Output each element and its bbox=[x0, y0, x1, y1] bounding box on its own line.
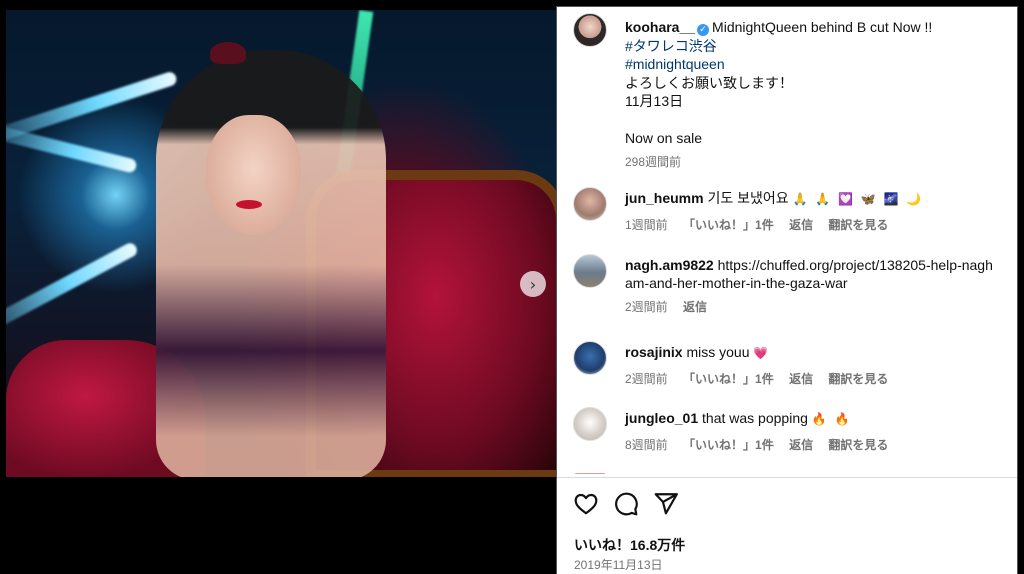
verified-badge-icon: ✓ bbox=[697, 24, 710, 36]
caption-line: Now on sale bbox=[625, 130, 703, 146]
comment-emoji: 💗 bbox=[753, 346, 771, 360]
light-beam bbox=[6, 240, 140, 343]
comment-item: jun_heumm 기도 보냈어요 🙏 🙏 💟 🦋 🌌 🌙 1週間前 「いいね！… bbox=[573, 187, 1003, 243]
comment-time[interactable]: 2週間前 bbox=[625, 300, 668, 314]
share-icon[interactable] bbox=[653, 491, 679, 517]
section-divider bbox=[557, 477, 1017, 478]
person-face bbox=[206, 115, 301, 235]
hashtag-link[interactable]: #midnightqueen bbox=[625, 55, 1005, 74]
comment-username[interactable]: jungleo_01 bbox=[625, 410, 698, 426]
translate-button[interactable]: 翻訳を見る bbox=[828, 372, 888, 386]
chevron-right-icon[interactable]: › bbox=[520, 271, 546, 297]
post-date[interactable]: 2019年11月13日 bbox=[574, 556, 663, 573]
post-actions bbox=[573, 491, 679, 519]
reply-button[interactable]: 返信 bbox=[789, 218, 813, 232]
comment-text: 기도 보냈어요 bbox=[707, 190, 789, 206]
avatar bbox=[573, 473, 607, 474]
avatar[interactable] bbox=[573, 187, 607, 221]
comments-scroll-area[interactable]: koohara__ ✓ MidnightQueen behind B cut Now… bbox=[557, 7, 1017, 474]
hashtag-link[interactable]: #タワレコ渋谷 bbox=[625, 37, 1005, 56]
comment-emoji: 🔥 🔥 bbox=[811, 412, 852, 426]
comment-time[interactable]: 8週間前 bbox=[625, 438, 668, 452]
avatar[interactable] bbox=[573, 254, 607, 288]
translate-button[interactable]: 翻訳を見る bbox=[828, 438, 888, 452]
comment-likes[interactable]: 「いいね！」1件 bbox=[683, 438, 774, 452]
caption-line: 11月13日 bbox=[625, 93, 684, 109]
translate-button[interactable]: 翻訳を見る bbox=[828, 218, 888, 232]
caption-headline: MidnightQueen behind B cut Now !! bbox=[712, 19, 933, 35]
comment-emoji: 🙏 🙏 💟 🦋 🌌 🌙 bbox=[792, 192, 924, 206]
comment-likes[interactable]: 「いいね！」1件 bbox=[683, 218, 774, 232]
heart-icon[interactable] bbox=[573, 491, 599, 517]
author-username[interactable]: koohara__ bbox=[625, 19, 695, 35]
comment-username[interactable]: jun_heumm bbox=[625, 190, 704, 206]
avatar[interactable] bbox=[573, 341, 607, 375]
caption-line: よろしくお願い致します！ bbox=[625, 74, 793, 91]
person-lips bbox=[236, 200, 262, 209]
comment-text: miss youu bbox=[686, 344, 750, 360]
comment-likes[interactable]: 「いいね！」1件 bbox=[683, 372, 774, 386]
comment-text: that was popping bbox=[702, 410, 808, 426]
comment-item: nagh.am9822 https://chuffed.org/project/… bbox=[573, 254, 1003, 324]
comment-time[interactable]: 2週間前 bbox=[625, 372, 668, 386]
likes-count[interactable]: いいね！16.8万件 bbox=[574, 535, 685, 555]
avatar[interactable] bbox=[573, 407, 607, 441]
comment-icon[interactable] bbox=[613, 491, 639, 517]
reply-button[interactable]: 返信 bbox=[789, 438, 813, 452]
post-media: › bbox=[0, 0, 556, 574]
post-photo[interactable] bbox=[6, 10, 556, 477]
avatar[interactable] bbox=[573, 13, 607, 47]
post-side-panel: koohara__ ✓ MidnightQueen behind B cut Now… bbox=[556, 6, 1018, 574]
reply-button[interactable]: 返信 bbox=[683, 300, 707, 314]
caption-body: koohara__ ✓ MidnightQueen behind B cut Now… bbox=[625, 18, 1005, 171]
reply-button[interactable]: 返信 bbox=[789, 372, 813, 386]
comment-username[interactable]: rosajinix bbox=[625, 344, 683, 360]
comment-item: rosajinix miss youu 💗 2週間前 「いいね！」1件 返信 翻… bbox=[573, 341, 1003, 397]
comment-item: jungleo_01 that was popping 🔥 🔥 8週間前 「いい… bbox=[573, 407, 1003, 463]
hair-accessory bbox=[210, 42, 246, 64]
person-figure bbox=[156, 50, 386, 477]
post-timestamp[interactable]: 298週間前 bbox=[625, 153, 1005, 172]
comment-time[interactable]: 1週間前 bbox=[625, 218, 668, 232]
comment-username[interactable]: nagh.am9822 bbox=[625, 257, 714, 273]
